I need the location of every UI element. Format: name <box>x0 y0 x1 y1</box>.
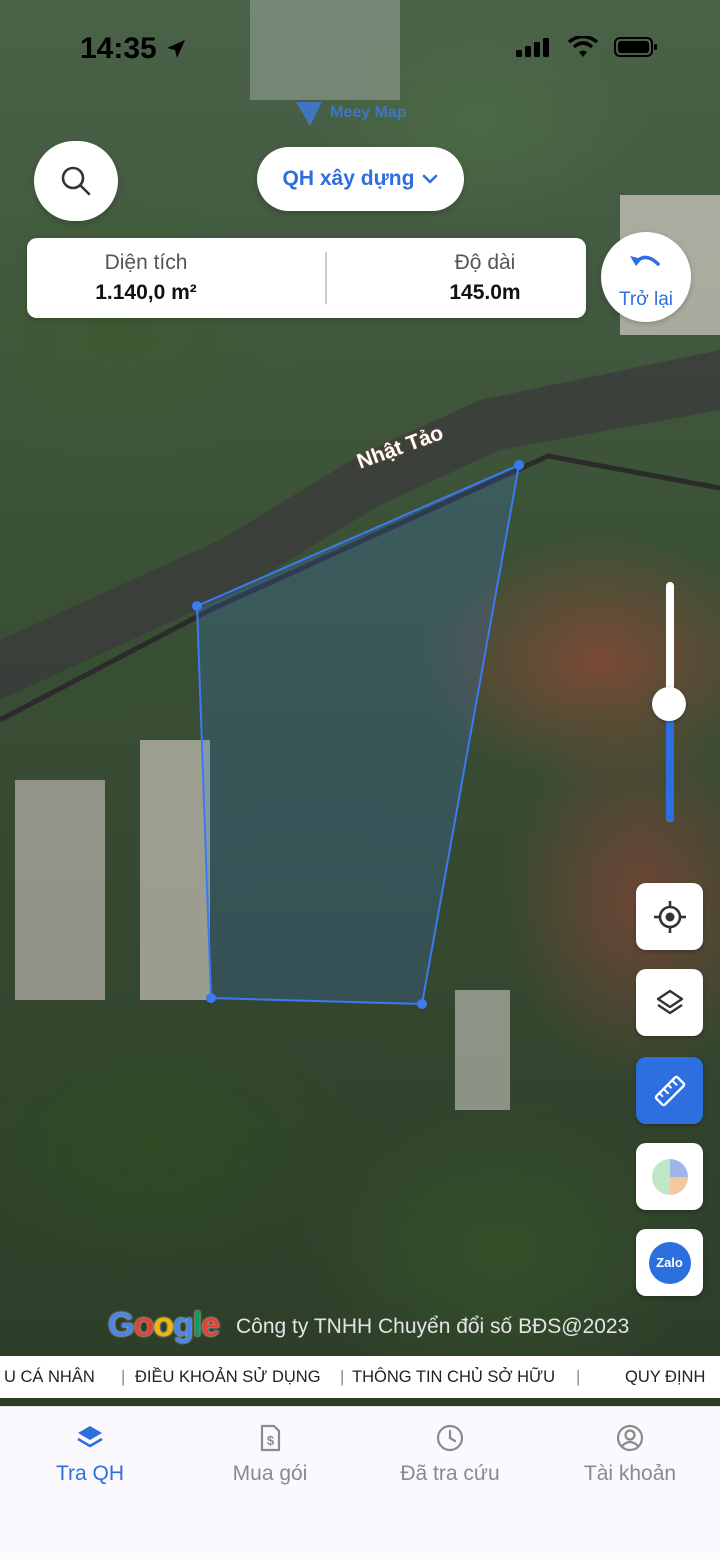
cellular-signal-icon <box>516 38 549 57</box>
building-roof <box>15 780 105 1000</box>
measurement-panel: Diện tích 1.140,0 m² Độ dài 145.0m <box>27 238 586 318</box>
footer-link-regulations[interactable]: QUY ĐỊNH <box>625 1368 705 1387</box>
area-label: Diện tích <box>104 251 188 274</box>
parcel-vertex[interactable] <box>417 999 427 1009</box>
layers-icon <box>656 989 683 1014</box>
tab-mua-goi[interactable]: $ Mua gói <box>180 1423 360 1486</box>
chart-icon <box>651 1158 688 1195</box>
footer-links-bar: U CÁ NHÂN | ĐIỀU KHOẢN SỬ DỤNG | THÔNG T… <box>0 1356 720 1398</box>
map-copyright: Công ty TNHH Chuyển đổi số BĐS@2023 <box>236 1315 630 1338</box>
google-logo: Google <box>108 1306 220 1344</box>
tab-tai-khoan[interactable]: Tài khoản <box>540 1423 720 1486</box>
tab-label: Đã tra cứu <box>400 1462 500 1485</box>
status-time-text: 14:35 <box>80 32 157 65</box>
footer-separator: | <box>340 1368 345 1386</box>
tab-label: Mua gói <box>232 1462 308 1485</box>
clock-icon <box>436 1424 464 1452</box>
undo-label: Trở lại <box>619 289 673 310</box>
user-icon <box>616 1424 644 1452</box>
status-icons <box>516 36 658 58</box>
zalo-icon: Zalo <box>648 1241 691 1284</box>
parcel-vertex[interactable] <box>514 460 524 470</box>
chevron-down-icon <box>423 174 438 184</box>
tab-tra-qh[interactable]: Tra QH <box>0 1423 180 1486</box>
battery-icon <box>614 37 657 57</box>
footer-link-owner-info[interactable]: THÔNG TIN CHỦ SỞ HỮU <box>352 1368 555 1387</box>
layers-icon <box>77 1426 103 1448</box>
invoice-icon: $ <box>260 1424 281 1452</box>
statistics-button[interactable] <box>636 1143 703 1210</box>
length-value: 145.0m <box>449 281 521 304</box>
area-section: Diện tích 1.140,0 m² <box>27 238 265 318</box>
location-arrow-icon <box>167 40 186 58</box>
undo-button[interactable]: Trở lại <box>601 232 691 322</box>
parcel-vertex[interactable] <box>206 993 216 1003</box>
zoom-slider-fill <box>666 704 674 822</box>
watermark-text: Meey Map <box>330 104 407 121</box>
locate-icon <box>653 900 686 933</box>
search-button[interactable] <box>34 141 118 221</box>
length-section: Độ dài 145.0m <box>387 238 583 318</box>
status-time: 14:35 <box>80 32 187 66</box>
building-roof <box>140 740 210 1000</box>
footer-link-terms[interactable]: ĐIỀU KHOẢN SỬ DỤNG <box>135 1368 321 1387</box>
bottom-tab-bar: Tra QH $ Mua gói Đã tra cứu Tài khoản <box>0 1406 720 1559</box>
wifi-icon <box>568 36 598 57</box>
zoom-slider-handle[interactable] <box>652 687 686 721</box>
parcel-vertex[interactable] <box>192 601 202 611</box>
zalo-button[interactable]: Zalo <box>636 1229 703 1296</box>
status-bar: 14:35 <box>0 0 720 100</box>
building-roof <box>455 990 510 1110</box>
meey-logo-icon <box>296 102 322 126</box>
layers-button[interactable] <box>636 969 703 1036</box>
planning-layer-label: QH xây dựng <box>282 167 415 190</box>
undo-icon <box>630 255 660 266</box>
tab-label: Tra QH <box>55 1462 125 1485</box>
tab-da-tra-cuu[interactable]: Đã tra cứu <box>360 1423 540 1486</box>
tab-label: Tài khoản <box>583 1462 677 1485</box>
panel-divider <box>325 252 327 304</box>
footer-link-privacy[interactable]: U CÁ NHÂN <box>4 1368 95 1387</box>
area-value: 1.140,0 m² <box>95 281 197 304</box>
svg-text:$: $ <box>267 1433 275 1448</box>
length-label: Độ dài <box>454 251 516 274</box>
ruler-icon <box>654 1075 685 1106</box>
search-icon <box>61 166 91 196</box>
app-watermark: Meey Map <box>294 98 406 128</box>
ruler-button[interactable] <box>636 1057 703 1124</box>
footer-separator: | <box>576 1368 581 1386</box>
locate-button[interactable] <box>636 883 703 950</box>
planning-layer-dropdown[interactable]: QH xây dựng <box>257 147 464 211</box>
footer-separator: | <box>121 1368 126 1386</box>
